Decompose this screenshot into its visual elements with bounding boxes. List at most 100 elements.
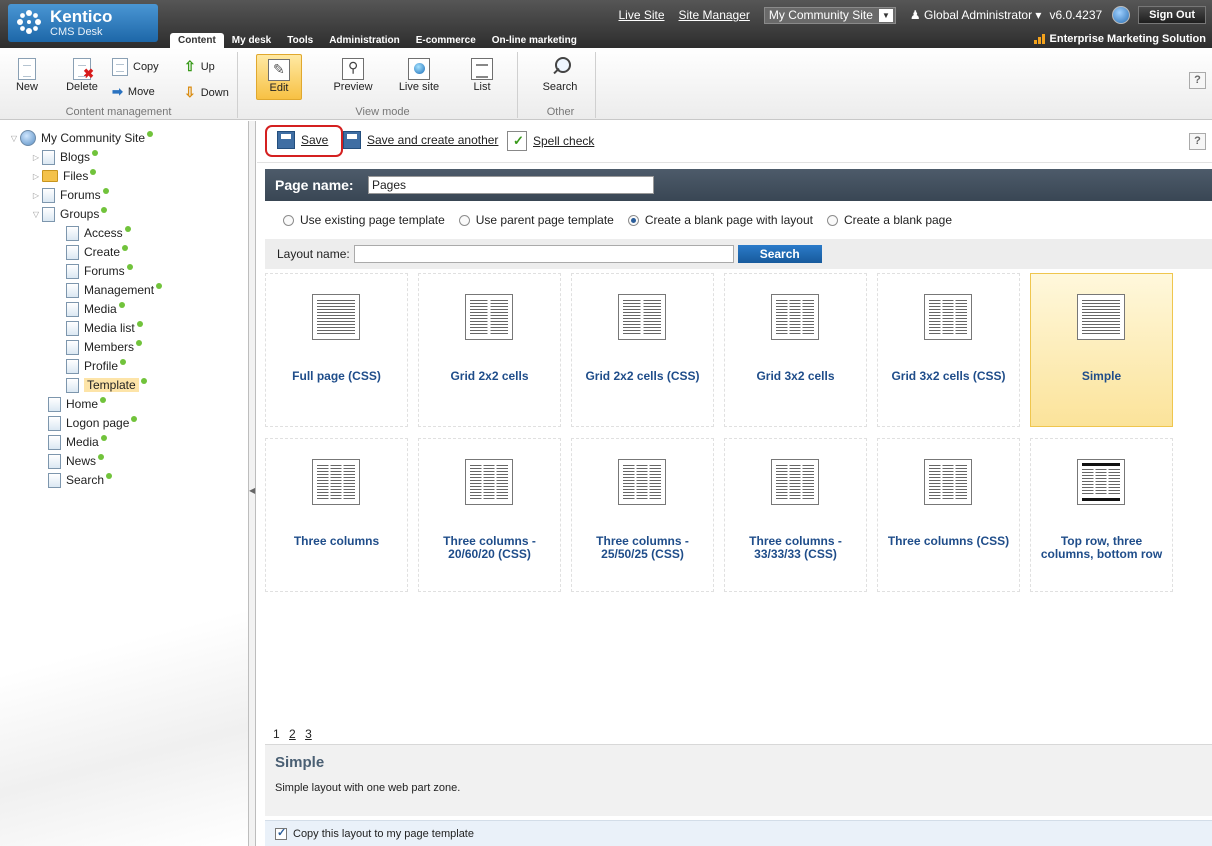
tree-item-media[interactable]: Media [48, 433, 107, 451]
down-label: Down [200, 86, 229, 99]
live-site-link[interactable]: Live Site [618, 8, 664, 22]
delete-button[interactable]: ✖ Delete [64, 58, 100, 93]
layout-full-icon [1077, 294, 1125, 340]
down-button[interactable]: ⇩ Down [184, 84, 229, 101]
edit-button[interactable]: Edit [256, 54, 302, 100]
tree-item-label: Forums [84, 264, 125, 278]
search-button-ribbon[interactable]: Search [536, 56, 584, 93]
ribbon-toolbar: New ✖ Delete Copy ➡ Move ⇧ Up ⇩ Down Con… [0, 48, 1212, 120]
layout-col3-icon [771, 459, 819, 505]
tree-item-logon-page[interactable]: Logon page [48, 414, 138, 432]
sign-out-button[interactable]: Sign Out [1138, 6, 1206, 24]
layout-tile-grid-2x2-css[interactable]: Grid 2x2 cells (CSS) [571, 273, 714, 427]
delete-label: Delete [66, 81, 98, 93]
layout-col3-icon [618, 459, 666, 505]
copy-layout-checkbox[interactable] [275, 826, 287, 840]
site-manager-link[interactable]: Site Manager [679, 8, 750, 22]
layout-tile-grid-3x2-css[interactable]: Grid 3x2 cells (CSS) [877, 273, 1020, 427]
radio-icon [458, 214, 470, 226]
layout-tile-top-row-three-columns-bottom-row[interactable]: Top row, three columns, bottom row [1030, 438, 1173, 592]
option-existing-template[interactable]: Use existing page template [283, 213, 445, 227]
kentico-logo[interactable]: Kentico CMS Desk [8, 4, 158, 42]
radio-icon [826, 214, 838, 226]
tree-item-access[interactable]: Access [66, 224, 131, 242]
pager: 1 2 3 [273, 727, 318, 741]
layout-tile-three-columns-25-50-25[interactable]: Three columns - 25/50/25 (CSS) [571, 438, 714, 592]
layout-name-input[interactable] [353, 245, 734, 263]
preview-button[interactable]: Preview [330, 58, 376, 93]
layout-tile-three-columns-20-60-20[interactable]: Three columns - 20/60/20 (CSS) [418, 438, 561, 592]
description-title: Simple [275, 754, 325, 771]
copy-label: Copy [133, 61, 159, 73]
spell-check-button[interactable]: Spell check [507, 131, 594, 151]
tree-item-group-media[interactable]: Media [66, 300, 125, 318]
layout-tile-simple[interactable]: Simple [1030, 273, 1173, 427]
site-selector[interactable]: My Community Site ▼ [763, 6, 896, 24]
layout-tile-grid-3x2[interactable]: Grid 3x2 cells [724, 273, 867, 427]
layout-tile-three-columns-33-33-33[interactable]: Three columns - 33/33/33 (CSS) [724, 438, 867, 592]
tree-item-label: Management [84, 283, 155, 297]
pager-page-2[interactable]: 2 [289, 727, 296, 741]
spell-check-icon [507, 131, 527, 151]
tree-item-label: News [66, 454, 97, 468]
tab-tools[interactable]: Tools [279, 35, 321, 48]
tree-item-search[interactable]: Search [48, 471, 113, 489]
move-button[interactable]: ➡ Move [112, 84, 155, 100]
globe-icon[interactable] [1112, 6, 1131, 24]
kentico-logo-icon [17, 10, 41, 34]
tree-item-template[interactable]: Template [66, 376, 147, 394]
tree-item-groups[interactable]: ▽ Groups [30, 205, 108, 223]
tree-item-forums[interactable]: ▷ Forums [30, 186, 109, 204]
pane-splitter[interactable]: ◀ [248, 121, 256, 846]
pager-page-3[interactable]: 3 [305, 727, 312, 741]
layout-tile-three-columns-css[interactable]: Three columns (CSS) [877, 438, 1020, 592]
page-name-input[interactable]: Pages [368, 176, 654, 194]
layout-tile-three-columns[interactable]: Three columns [265, 438, 408, 592]
published-dot-icon [147, 131, 154, 137]
save-button[interactable]: Save [277, 131, 328, 149]
tab-my-desk[interactable]: My desk [224, 35, 279, 48]
help-icon[interactable]: ? [1189, 133, 1206, 150]
tree-item-group-forums[interactable]: Forums [66, 262, 133, 280]
published-dot-icon [92, 150, 99, 156]
tab-online-marketing[interactable]: On-line marketing [484, 35, 585, 48]
tree-item-profile[interactable]: Profile [66, 357, 127, 375]
tree-item-management[interactable]: Management [66, 281, 163, 299]
new-button[interactable]: New [14, 58, 40, 93]
list-button[interactable]: List [462, 58, 502, 93]
tree-item-label: Home [66, 397, 99, 411]
tree-root[interactable]: ▽ My Community Site [8, 129, 154, 147]
tree-item-news[interactable]: News [48, 452, 105, 470]
published-dot-icon [118, 302, 125, 308]
layout-tile-grid-2x2[interactable]: Grid 2x2 cells [418, 273, 561, 427]
tree-item-members[interactable]: Members [66, 338, 143, 356]
save-label: Save [301, 133, 329, 147]
option-blank-with-layout[interactable]: Create a blank page with layout [627, 213, 813, 227]
tab-content[interactable]: Content [170, 33, 224, 48]
tree-item-label: Media [66, 435, 99, 449]
tree-item-files[interactable]: ▷ Files [30, 167, 97, 185]
page-icon [66, 225, 79, 241]
collapse-left-icon[interactable]: ◀ [249, 481, 255, 501]
layout-tile-full-page-css[interactable]: Full page (CSS) [265, 273, 408, 427]
user-menu[interactable]: ♟ Global Administrator ▾ [910, 8, 1042, 22]
chevron-down-icon: ▼ [878, 8, 893, 22]
tab-e-commerce[interactable]: E-commerce [408, 35, 484, 48]
tab-administration[interactable]: Administration [321, 35, 408, 48]
arrow-down-icon: ⇩ [184, 84, 196, 100]
ribbon-help-icon[interactable]: ? [1189, 72, 1206, 89]
tree-item-media-list[interactable]: Media list [66, 319, 143, 337]
tree-item-label-selected: Template [84, 378, 139, 392]
save-and-create-another-button[interactable]: Save and create another [343, 131, 498, 149]
option-parent-template[interactable]: Use parent page template [458, 213, 614, 227]
tree-item-label: Create [84, 245, 121, 259]
up-button[interactable]: ⇧ Up [184, 58, 215, 75]
option-blank-page[interactable]: Create a blank page [826, 213, 952, 227]
tree-item-home[interactable]: Home [48, 395, 107, 413]
layout-search-button[interactable]: Search [737, 245, 822, 263]
published-dot-icon [122, 245, 129, 251]
tree-item-blogs[interactable]: ▷ Blogs [30, 148, 99, 166]
tree-item-create[interactable]: Create [66, 243, 129, 261]
live-site-button[interactable]: Live site [392, 58, 446, 93]
copy-button[interactable]: Copy [112, 58, 159, 76]
